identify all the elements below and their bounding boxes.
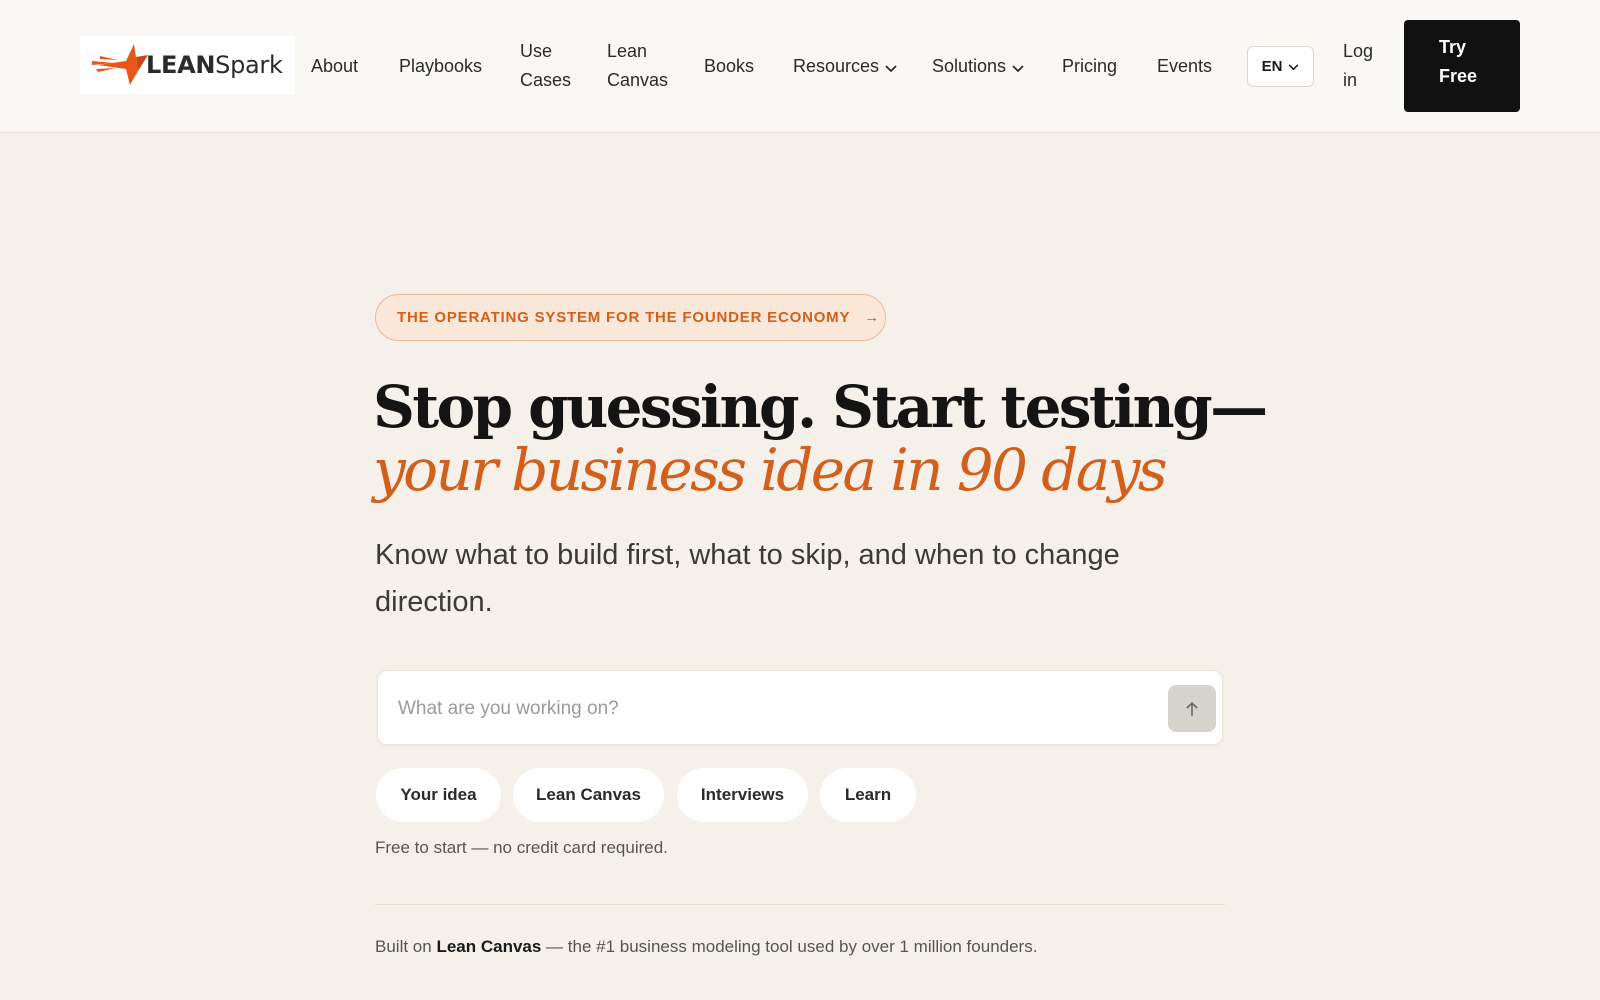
- hero-headline: Stop guessing. Start testing—: [373, 373, 1268, 441]
- eyebrow-text: THE OPERATING SYSTEM FOR THE FOUNDER ECO…: [397, 309, 851, 326]
- nav-lean-canvas[interactable]: Lean Canvas: [607, 37, 668, 95]
- hero-subheadline: Know what to build first, what to skip, …: [375, 539, 1120, 618]
- free-start-note: Free to start — no credit card required.: [375, 838, 668, 857]
- chevron-down-icon: [885, 53, 897, 82]
- built-on-suffix: — the #1 business modeling tool used by …: [541, 937, 1038, 956]
- prompt-input[interactable]: [398, 671, 1138, 746]
- language-selector[interactable]: EN: [1247, 46, 1314, 87]
- try-free-line2: Free: [1439, 66, 1478, 86]
- chip-lean-canvas[interactable]: Lean Canvas: [513, 768, 664, 822]
- nav-resources-label: Resources: [793, 56, 880, 76]
- built-on-prefix: Built on: [375, 937, 437, 956]
- arrow-right-icon: →: [864, 309, 881, 326]
- built-on-highlight: Lean Canvas: [436, 937, 542, 956]
- login-line2: in: [1343, 70, 1358, 90]
- login-link[interactable]: Log in: [1343, 37, 1373, 95]
- built-on-text: Built on Lean Canvas — the #1 business m…: [375, 937, 1037, 957]
- nav-use-cases[interactable]: Use Cases: [520, 37, 571, 95]
- login-line1: Log: [1343, 41, 1374, 61]
- eyebrow-pill[interactable]: THE OPERATING SYSTEM FOR THE FOUNDER ECO…: [375, 294, 886, 341]
- nav-lean-canvas-line2: Canvas: [607, 70, 669, 90]
- nav-lean-canvas-line1: Lean: [607, 41, 648, 61]
- divider: [375, 904, 1225, 905]
- hero-headline-accent: your business idea in 90 days: [373, 436, 1168, 504]
- nav-about[interactable]: About: [311, 52, 358, 81]
- nav-books[interactable]: Books: [704, 52, 754, 81]
- rocket-logo-icon: [92, 44, 148, 85]
- nav-playbooks[interactable]: Playbooks: [399, 52, 482, 81]
- nav-events[interactable]: Events: [1157, 52, 1212, 81]
- nav-use-cases-line2: Cases: [520, 70, 572, 90]
- chip-learn[interactable]: Learn: [820, 768, 916, 822]
- try-free-line1: Try: [1439, 37, 1467, 57]
- chip-your-idea[interactable]: Your idea: [376, 768, 501, 822]
- nav-pricing[interactable]: Pricing: [1062, 52, 1117, 81]
- submit-button[interactable]: [1168, 685, 1216, 732]
- chevron-down-icon: [1288, 58, 1299, 75]
- nav-resources[interactable]: Resources: [793, 52, 897, 82]
- chip-interviews[interactable]: Interviews: [677, 768, 808, 822]
- arrow-up-icon: [1186, 701, 1198, 716]
- language-label: EN: [1261, 58, 1283, 75]
- logo-wordmark: LEANSpark: [146, 51, 283, 79]
- nav-solutions[interactable]: Solutions: [932, 52, 1024, 82]
- try-free-button[interactable]: Try Free: [1404, 20, 1520, 112]
- prompt-box: [377, 670, 1223, 746]
- chevron-down-icon: [1012, 53, 1024, 82]
- site-header: LEANSpark About Playbooks Use Cases Lean…: [0, 0, 1600, 133]
- nav-solutions-label: Solutions: [932, 56, 1007, 76]
- leanspark-logo[interactable]: LEANSpark: [80, 36, 295, 94]
- nav-use-cases-line1: Use: [520, 41, 553, 61]
